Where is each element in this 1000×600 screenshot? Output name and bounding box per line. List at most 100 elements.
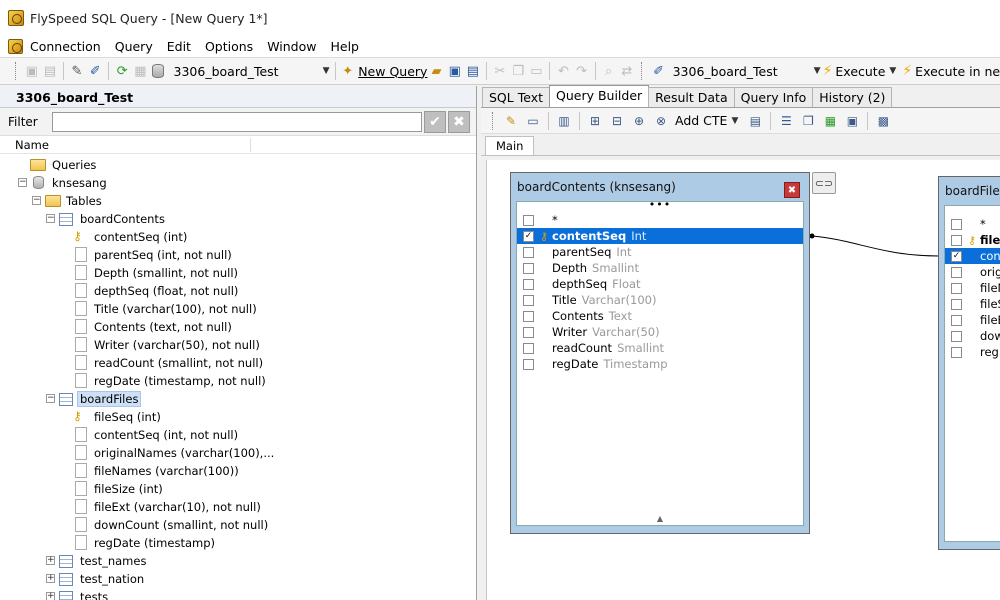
- add-subquery-icon[interactable]: ⊗: [650, 110, 672, 132]
- plug-icon[interactable]: ✎: [68, 60, 86, 82]
- menu-options[interactable]: Options: [198, 39, 260, 54]
- field-checkbox[interactable]: [951, 266, 962, 278]
- collapse-icon[interactable]: −: [32, 196, 41, 205]
- field-checkbox[interactable]: [523, 358, 534, 370]
- tab-history[interactable]: History (2): [812, 87, 893, 107]
- menu-connection[interactable]: Connection: [23, 39, 108, 54]
- field-checkbox[interactable]: [523, 310, 534, 322]
- field-row[interactable]: Depth Smallint: [517, 260, 803, 276]
- table-box-boardcontents[interactable]: boardContents (knsesang) ✖ ••• * ✓ ⚷ conte…: [510, 172, 810, 534]
- query-connection-combo[interactable]: ✐ 3306_board_Test ▼: [649, 61, 823, 81]
- find-icon[interactable]: ⌕: [600, 60, 618, 82]
- field-checkbox[interactable]: ✓: [523, 230, 534, 242]
- execute-dropdown-icon[interactable]: ▼: [889, 66, 896, 76]
- save-all-icon[interactable]: ▤: [464, 60, 482, 82]
- field-checkbox[interactable]: [523, 262, 534, 274]
- menu-edit[interactable]: Edit: [160, 39, 198, 54]
- collapse-icon[interactable]: −: [18, 178, 27, 187]
- refresh-icon[interactable]: ⟳: [113, 60, 131, 82]
- field-checkbox[interactable]: [523, 278, 534, 290]
- menu-query[interactable]: Query: [108, 39, 160, 54]
- tab-query-info[interactable]: Query Info: [733, 87, 814, 107]
- menu-window[interactable]: Window: [260, 39, 323, 54]
- field-row[interactable]: Writer Varchar(50): [517, 324, 803, 340]
- add-cte-button[interactable]: Add CTE: [675, 113, 727, 128]
- field-row[interactable]: parentSeq Int: [517, 244, 803, 260]
- field-row[interactable]: fileEx: [945, 312, 1000, 328]
- field-checkbox[interactable]: [951, 298, 962, 310]
- replace-icon[interactable]: ⇄: [618, 60, 636, 82]
- collapse-icon[interactable]: −: [46, 214, 55, 223]
- arrange-icon[interactable]: ▩: [872, 110, 894, 132]
- menu-help[interactable]: Help: [323, 39, 366, 54]
- execute-in-new-button[interactable]: Execute in ne: [915, 64, 1000, 79]
- field-row[interactable]: *: [517, 212, 803, 228]
- open-icon[interactable]: ▰: [427, 60, 445, 82]
- properties-icon[interactable]: ▤: [744, 110, 766, 132]
- field-checkbox[interactable]: [951, 346, 962, 358]
- tab-sql-text[interactable]: SQL Text: [482, 87, 550, 107]
- link-icon[interactable]: ⊂⊃: [812, 172, 836, 194]
- field-row[interactable]: regDate Timestamp: [517, 356, 803, 372]
- field-row[interactable]: regDa: [945, 344, 1000, 360]
- field-checkbox[interactable]: [951, 218, 962, 230]
- expand-icon[interactable]: +: [46, 556, 55, 565]
- chevron-down-icon[interactable]: ▼: [814, 66, 821, 76]
- field-checkbox[interactable]: [523, 214, 534, 226]
- field-checkbox[interactable]: [951, 330, 962, 342]
- execute-button[interactable]: Execute: [835, 64, 885, 79]
- field-row[interactable]: *: [945, 216, 1000, 232]
- undo-icon[interactable]: ↶: [554, 60, 572, 82]
- field-row-selected[interactable]: ✓ conte: [945, 248, 1000, 264]
- close-icon[interactable]: ✖: [784, 182, 800, 198]
- collapse-icon[interactable]: −: [46, 394, 55, 403]
- paste-icon[interactable]: ▭: [527, 60, 545, 82]
- connection-combo[interactable]: 3306_board_Test ▼: [150, 61, 332, 81]
- disconnect-icon[interactable]: ▤: [41, 60, 59, 82]
- edit-connection-icon[interactable]: ✐: [86, 60, 104, 82]
- field-checkbox[interactable]: [523, 246, 534, 258]
- field-row[interactable]: depthSeq Float: [517, 276, 803, 292]
- chevron-down-icon[interactable]: ▼: [323, 66, 330, 76]
- field-checkbox[interactable]: [523, 326, 534, 338]
- table-box-title[interactable]: boardContents (knsesang): [511, 173, 809, 201]
- filter-input[interactable]: [52, 111, 422, 132]
- connect-icon[interactable]: ▣: [23, 60, 41, 82]
- tab-query-builder[interactable]: Query Builder: [549, 85, 650, 107]
- save-icon[interactable]: ▣: [446, 60, 464, 82]
- field-checkbox[interactable]: [951, 314, 962, 326]
- field-row[interactable]: fileSiz: [945, 296, 1000, 312]
- field-row[interactable]: Contents Text: [517, 308, 803, 324]
- layout-icon[interactable]: ▣: [841, 110, 863, 132]
- tab-main[interactable]: Main: [485, 136, 535, 155]
- export-icon[interactable]: ▦: [819, 110, 841, 132]
- scroll-up-dots[interactable]: •••: [517, 199, 803, 212]
- field-row[interactable]: origin: [945, 264, 1000, 280]
- copy-icon[interactable]: ❐: [509, 60, 527, 82]
- field-row-selected[interactable]: ✓ ⚷ contentSeq Int: [517, 228, 803, 244]
- add-derived-table-icon[interactable]: ⊟: [606, 110, 628, 132]
- clear-filter-button[interactable]: ✖: [448, 110, 470, 133]
- table-box-boardfiles[interactable]: boardFiles * ⚷fileS ✓ conte origin fileNa…: [938, 176, 1000, 550]
- field-checkbox[interactable]: [523, 342, 534, 354]
- field-row[interactable]: Title Varchar(100): [517, 292, 803, 308]
- copy-icon[interactable]: ❐: [797, 110, 819, 132]
- scroll-up-icon[interactable]: ▲: [517, 514, 803, 523]
- field-checkbox[interactable]: [523, 294, 534, 306]
- field-row[interactable]: ⚷fileS: [945, 232, 1000, 248]
- name-column-header[interactable]: Name: [0, 136, 476, 154]
- field-row[interactable]: fileNa: [945, 280, 1000, 296]
- expand-icon[interactable]: +: [46, 592, 55, 600]
- redo-icon[interactable]: ↷: [573, 60, 591, 82]
- edit-sql-icon[interactable]: ✎: [500, 110, 522, 132]
- properties-icon[interactable]: ▦: [131, 60, 149, 82]
- expand-icon[interactable]: +: [46, 574, 55, 583]
- field-row[interactable]: readCount Smallint: [517, 340, 803, 356]
- add-cte-dropdown-icon[interactable]: ▼: [731, 116, 738, 126]
- table-box-title[interactable]: boardFiles: [939, 177, 1000, 205]
- app-menu-icon[interactable]: [8, 39, 23, 54]
- apply-filter-button[interactable]: ✔: [424, 110, 446, 133]
- tab-result-data[interactable]: Result Data: [648, 87, 735, 107]
- field-checkbox[interactable]: ✓: [951, 250, 962, 262]
- field-row[interactable]: down: [945, 328, 1000, 344]
